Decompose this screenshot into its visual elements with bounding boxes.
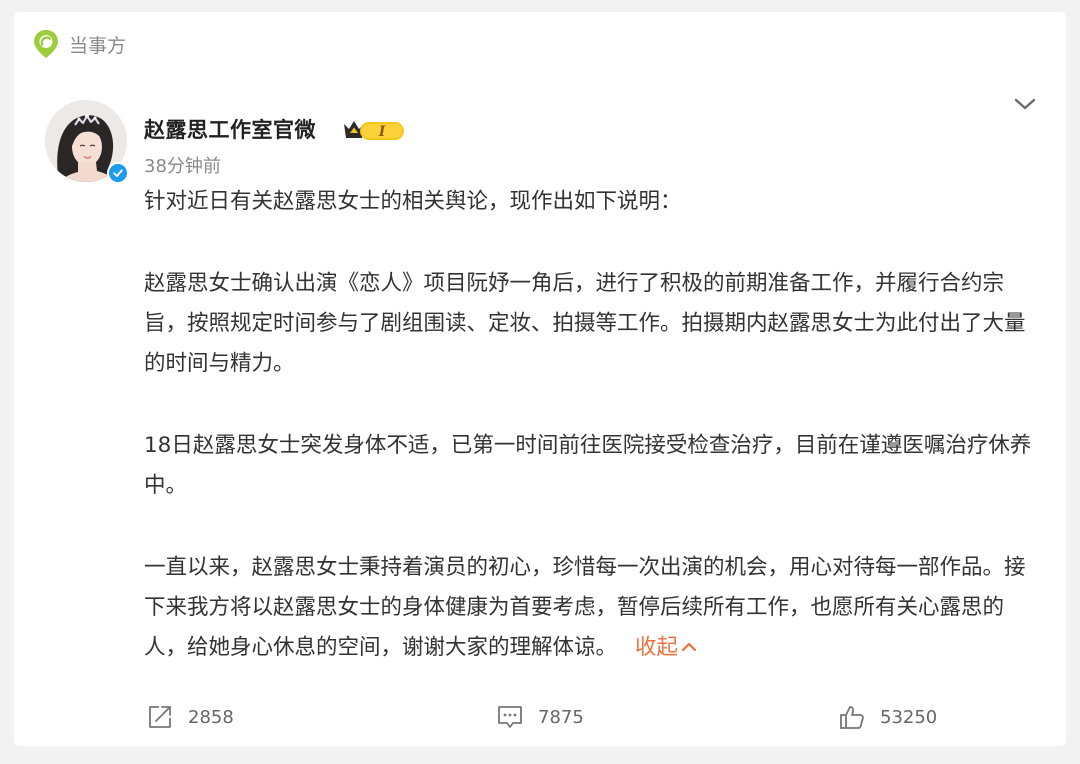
like-button[interactable]: 53250 (838, 702, 937, 732)
verified-badge (107, 162, 129, 184)
collapse-label: 收起 (635, 635, 679, 660)
share-icon (146, 703, 174, 731)
post-paragraph-intro: 针对近日有关赵露思女士的相关舆论，现作出如下说明： (144, 189, 682, 214)
weibo-post-card: 当事方 赵露思工作室官微 I 38分钟前 针对近日有关赵露思女士的相关舆论，现作… (14, 12, 1066, 746)
chevron-up-icon (680, 628, 698, 668)
author-avatar-wrap[interactable] (45, 100, 129, 184)
thumbs-up-icon (838, 703, 866, 731)
post-paragraph-health: 18日赵露思女士突发身体不适，已第一时间前往医院接受检查治疗，目前在谨遵医嘱治疗… (144, 433, 1032, 498)
post-paragraph-closing: 一直以来，赵露思女士秉持着演员的初心，珍惜每一次出演的机会，用心对待每一部作品。… (144, 548, 1034, 668)
post-paragraph-preparation: 赵露思女士确认出演《恋人》项目阮妤一角后，进行了积极的前期准备工作，并履行合约宗… (144, 271, 1026, 376)
author-name[interactable]: 赵露思工作室官微 (144, 114, 316, 144)
comment-button[interactable]: 7875 (496, 702, 584, 732)
checkmark-icon (109, 164, 127, 182)
collapse-button[interactable]: 收起 (635, 635, 698, 660)
location-pin-icon (32, 28, 60, 60)
comment-count: 7875 (538, 706, 584, 728)
level-badge-text: I (378, 124, 386, 140)
like-count: 53250 (880, 706, 938, 728)
post-time[interactable]: 38分钟前 (144, 152, 221, 178)
tag-label: 当事方 (69, 34, 127, 57)
action-bar: 2858 7875 53250 (14, 702, 1066, 732)
post-paragraph-closing-text: 一直以来，赵露思女士秉持着演员的初心，珍惜每一次出演的机会，用心对待每一部作品。… (144, 555, 1026, 660)
party-tag: 当事方 (32, 28, 126, 60)
post-body: 针对近日有关赵露思女士的相关舆论，现作出如下说明： 赵露思女士确认出演《恋人》项… (144, 182, 1034, 668)
level-badge[interactable]: I (342, 118, 406, 142)
share-count: 2858 (188, 706, 234, 728)
share-button[interactable]: 2858 (146, 702, 234, 732)
chevron-down-icon[interactable] (1010, 92, 1040, 116)
comment-icon (496, 703, 524, 731)
